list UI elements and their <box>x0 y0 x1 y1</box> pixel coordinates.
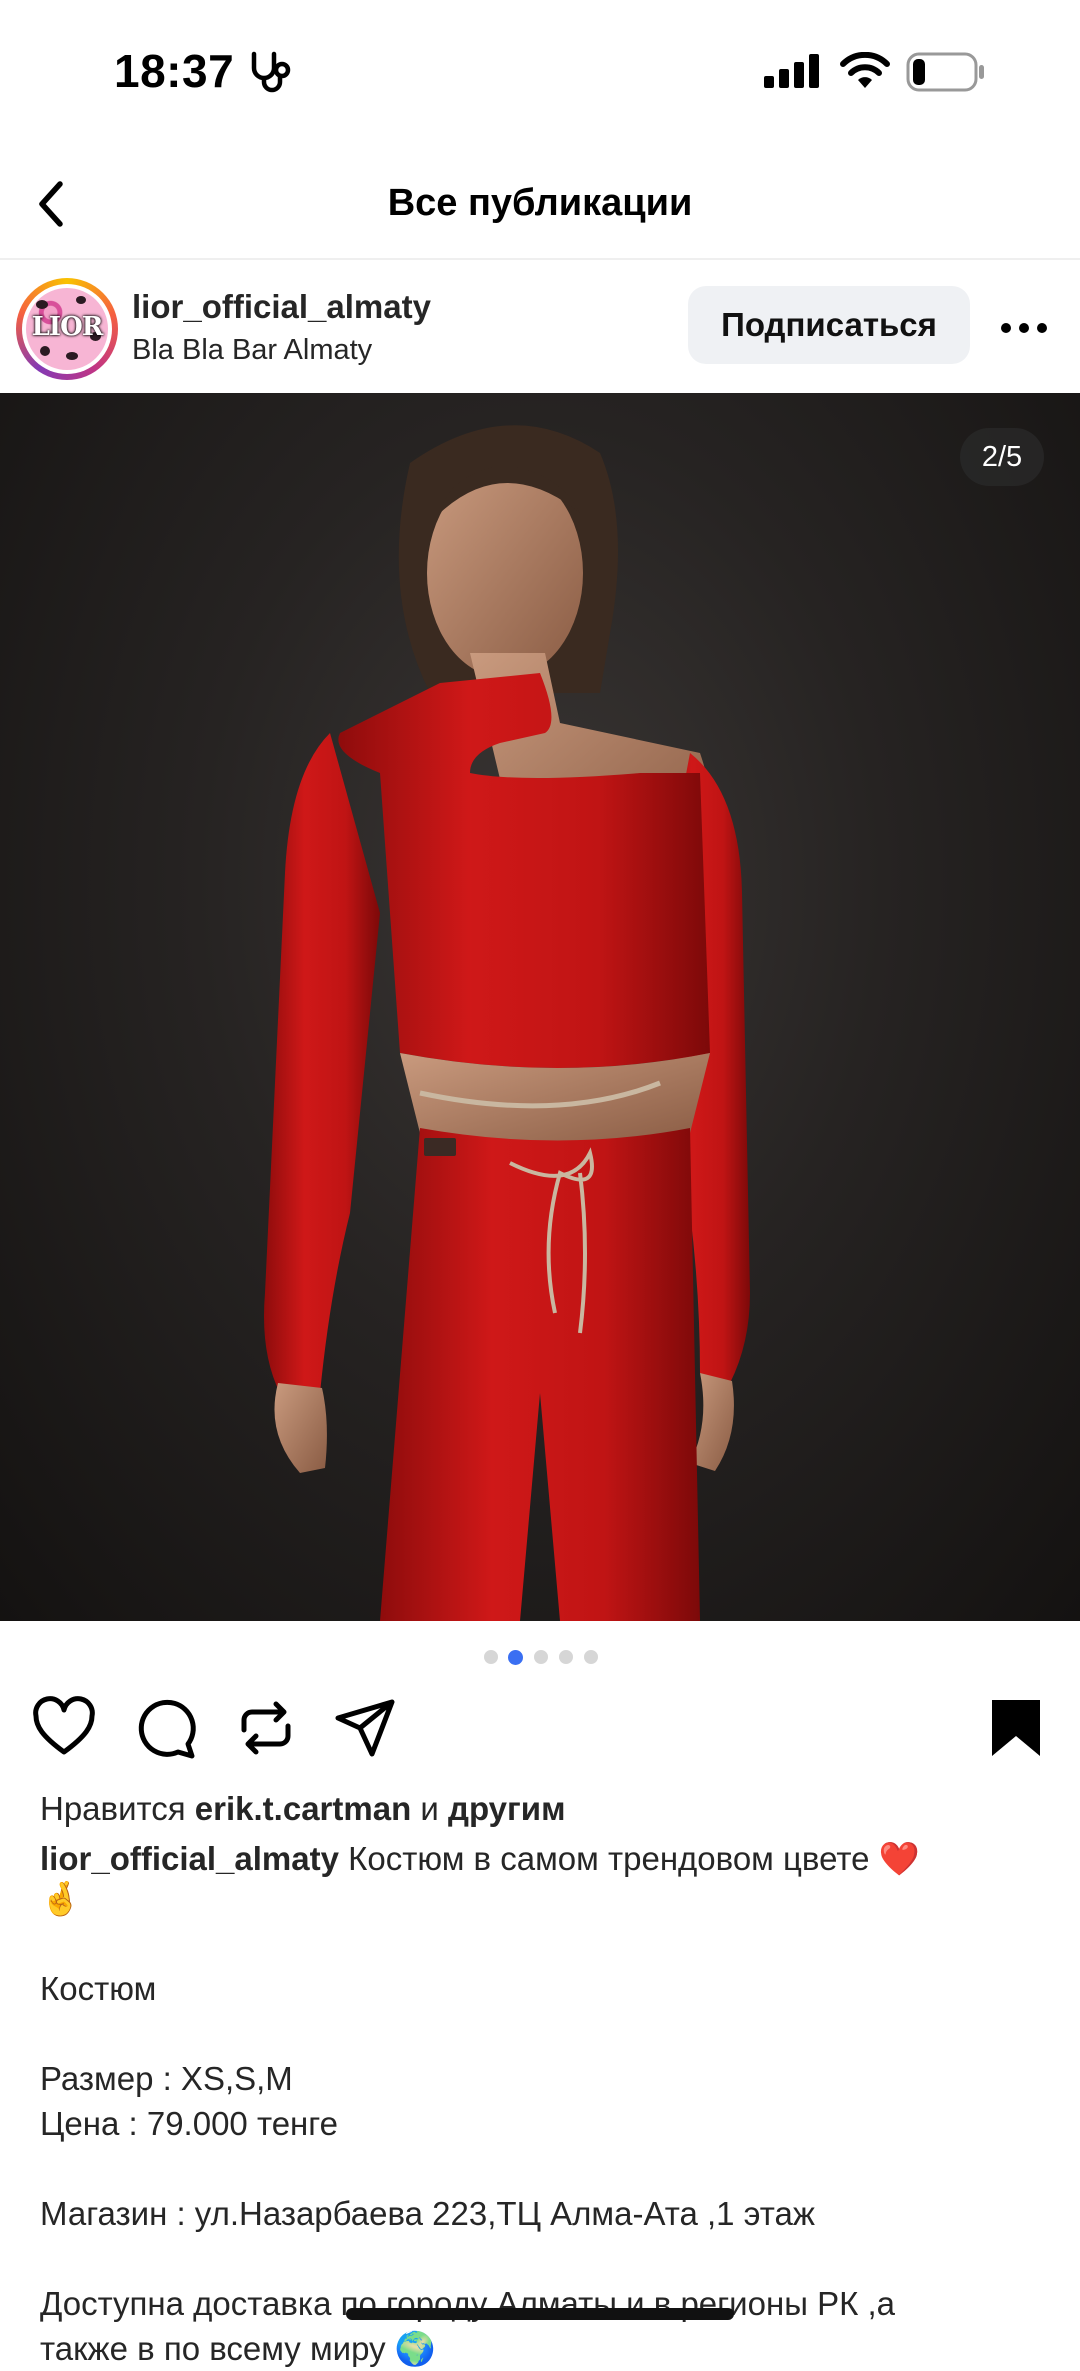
share-icon[interactable] <box>334 1696 398 1760</box>
carousel-dot <box>484 1650 498 1664</box>
caption-text: Костюм в самом трендовом цвете ❤️ <box>348 1840 920 1877</box>
likes-others[interactable]: другим <box>448 1790 565 1827</box>
caption-line: Магазин : ул.Назарбаева 223,ТЦ Алма-Ата … <box>40 2195 815 2232</box>
page-title: Все публикации <box>387 182 693 224</box>
bookmark-icon[interactable] <box>984 1696 1048 1760</box>
avatar-image: LIOR <box>26 288 108 370</box>
post-header: LIOR lior_official_almaty Bla Bla Bar Al… <box>0 264 1080 392</box>
likes-user[interactable]: erik.t.cartman <box>195 1790 411 1827</box>
carousel-dot <box>534 1650 548 1664</box>
repost-icon[interactable] <box>234 1696 298 1760</box>
home-indicator[interactable] <box>346 2308 734 2320</box>
caption-line: 🤞 <box>40 1880 82 1917</box>
caption-line: Размер : XS,S,M <box>40 2060 293 2097</box>
battery-icon <box>906 52 984 92</box>
follow-button[interactable]: Подписаться <box>688 286 970 364</box>
post-location[interactable]: Bla Bla Bar Almaty <box>132 334 372 367</box>
likes-and: и <box>420 1790 439 1827</box>
stethoscope-icon <box>251 51 291 93</box>
avatar-logo-text: LIOR <box>31 312 104 342</box>
carousel-counter: 2/5 <box>960 428 1044 486</box>
top-nav: Все публикации <box>0 150 1080 260</box>
divider <box>0 258 1080 260</box>
status-bar: 18:37 <box>0 0 1080 140</box>
caption-line: также в по всему миру 🌍 <box>40 2330 436 2367</box>
caption-username[interactable]: lior_official_almaty <box>40 1840 339 1877</box>
carousel-dot <box>559 1650 573 1664</box>
wifi-icon <box>840 52 890 88</box>
status-time: 18:37 <box>114 45 235 97</box>
avatar[interactable]: LIOR <box>16 278 118 380</box>
post-photo[interactable] <box>0 393 1080 1621</box>
likes-prefix: Нравится <box>40 1790 186 1827</box>
signal-icon <box>764 54 819 88</box>
caption-line: Цена : 79.000 тенге <box>40 2105 338 2142</box>
photo-illustration <box>264 425 750 1621</box>
post-username[interactable]: lior_official_almaty <box>132 288 431 326</box>
likes-line: Нравится erik.t.cartman и другим <box>40 1786 1050 1831</box>
carousel-dot <box>584 1650 598 1664</box>
comment-icon[interactable] <box>134 1696 198 1760</box>
caption-line-1: lior_official_almaty Костюм в самом трен… <box>40 1836 1050 1881</box>
caption-line: Костюм <box>40 1970 157 2007</box>
carousel-dot-active <box>508 1650 523 1665</box>
more-icon[interactable] <box>996 308 1056 348</box>
heart-icon[interactable] <box>32 1696 96 1760</box>
